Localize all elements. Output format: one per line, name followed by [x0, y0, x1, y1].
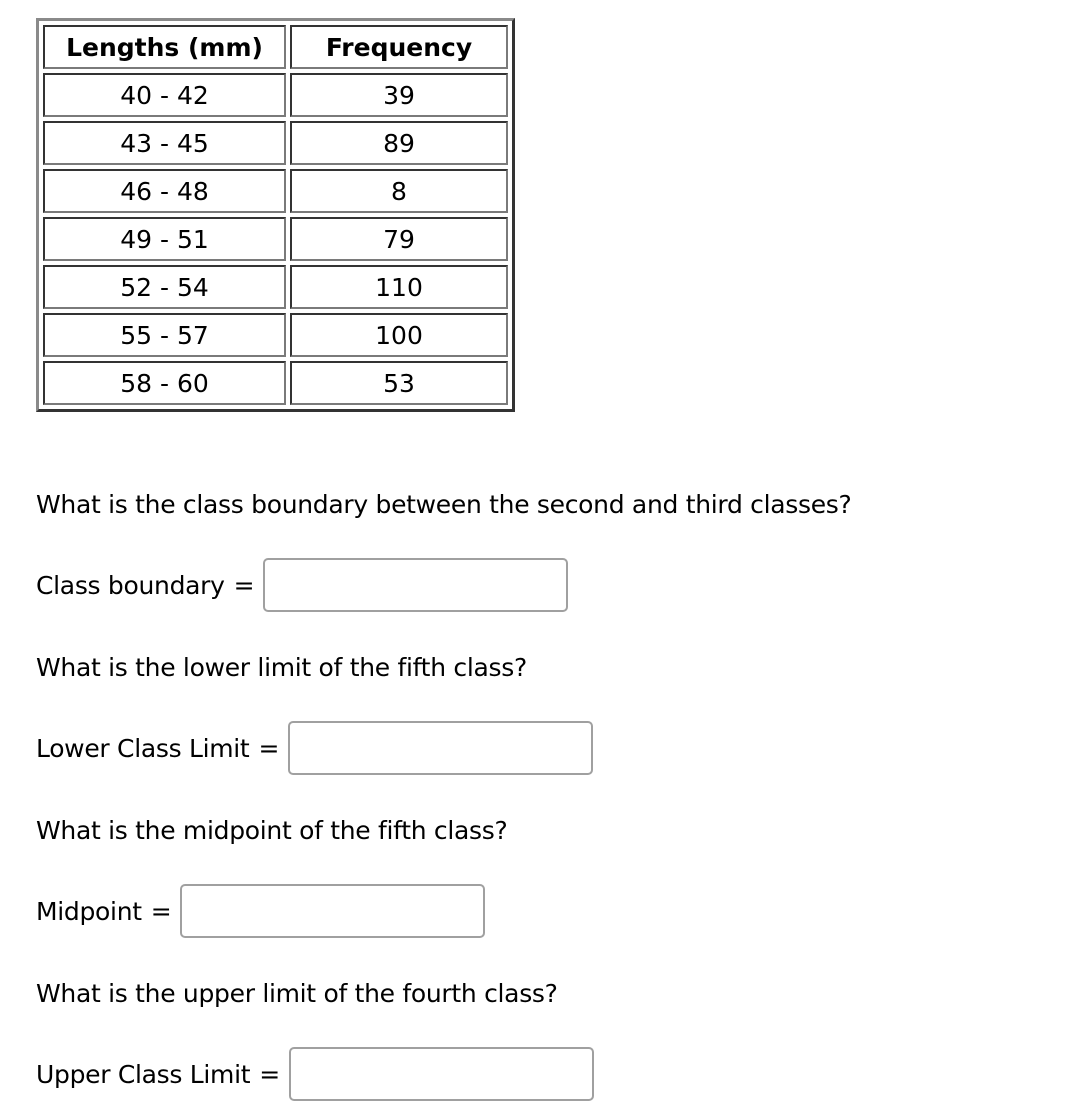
- table-row: 40 - 42 39: [43, 73, 508, 117]
- question-class-boundary: What is the class boundary between the s…: [36, 490, 852, 519]
- class-boundary-label: Class boundary: [36, 570, 225, 600]
- header-lengths: Lengths (mm): [43, 25, 286, 69]
- question-lower-limit: What is the lower limit of the fifth cla…: [36, 653, 527, 682]
- header-frequency: Frequency: [290, 25, 508, 69]
- table-row: 58 - 60 53: [43, 361, 508, 405]
- upper-class-limit-row: Upper Class Limit =: [36, 1047, 594, 1101]
- frequency-cell: 89: [290, 121, 508, 165]
- upper-class-limit-label: Upper Class Limit: [36, 1059, 251, 1089]
- lower-class-limit-input[interactable]: [288, 721, 594, 775]
- frequency-cell: 100: [290, 313, 508, 357]
- frequency-cell: 110: [290, 265, 508, 309]
- length-cell: 43 - 45: [43, 121, 286, 165]
- question-midpoint: What is the midpoint of the fifth class?: [36, 816, 508, 845]
- frequency-cell: 8: [290, 169, 508, 213]
- midpoint-label: Midpoint: [36, 896, 142, 926]
- length-cell: 49 - 51: [43, 217, 286, 261]
- midpoint-input[interactable]: [180, 884, 486, 938]
- length-cell: 55 - 57: [43, 313, 286, 357]
- length-cell: 58 - 60: [43, 361, 286, 405]
- class-boundary-input[interactable]: [263, 558, 569, 612]
- frequency-cell: 39: [290, 73, 508, 117]
- length-cell: 40 - 42: [43, 73, 286, 117]
- equals-sign: =: [233, 570, 255, 600]
- table-row: 43 - 45 89: [43, 121, 508, 165]
- table-row: 46 - 48 8: [43, 169, 508, 213]
- question-upper-limit: What is the upper limit of the fourth cl…: [36, 979, 558, 1008]
- midpoint-row: Midpoint =: [36, 884, 486, 938]
- table-row: 55 - 57 100: [43, 313, 508, 357]
- lower-class-limit-row: Lower Class Limit =: [36, 721, 594, 775]
- length-cell: 52 - 54: [43, 265, 286, 309]
- frequency-table: Lengths (mm) Frequency 40 - 42 39 43 - 4…: [36, 18, 515, 412]
- table-header-row: Lengths (mm) Frequency: [43, 25, 508, 69]
- frequency-cell: 53: [290, 361, 508, 405]
- table-row: 52 - 54 110: [43, 265, 508, 309]
- equals-sign: =: [150, 896, 172, 926]
- upper-class-limit-input[interactable]: [288, 1047, 594, 1101]
- equals-sign: =: [259, 1059, 280, 1089]
- length-cell: 46 - 48: [43, 169, 286, 213]
- table-row: 49 - 51 79: [43, 217, 508, 261]
- frequency-cell: 79: [290, 217, 508, 261]
- equals-sign: =: [258, 733, 280, 763]
- class-boundary-row: Class boundary =: [36, 558, 569, 612]
- lower-class-limit-label: Lower Class Limit: [36, 733, 250, 763]
